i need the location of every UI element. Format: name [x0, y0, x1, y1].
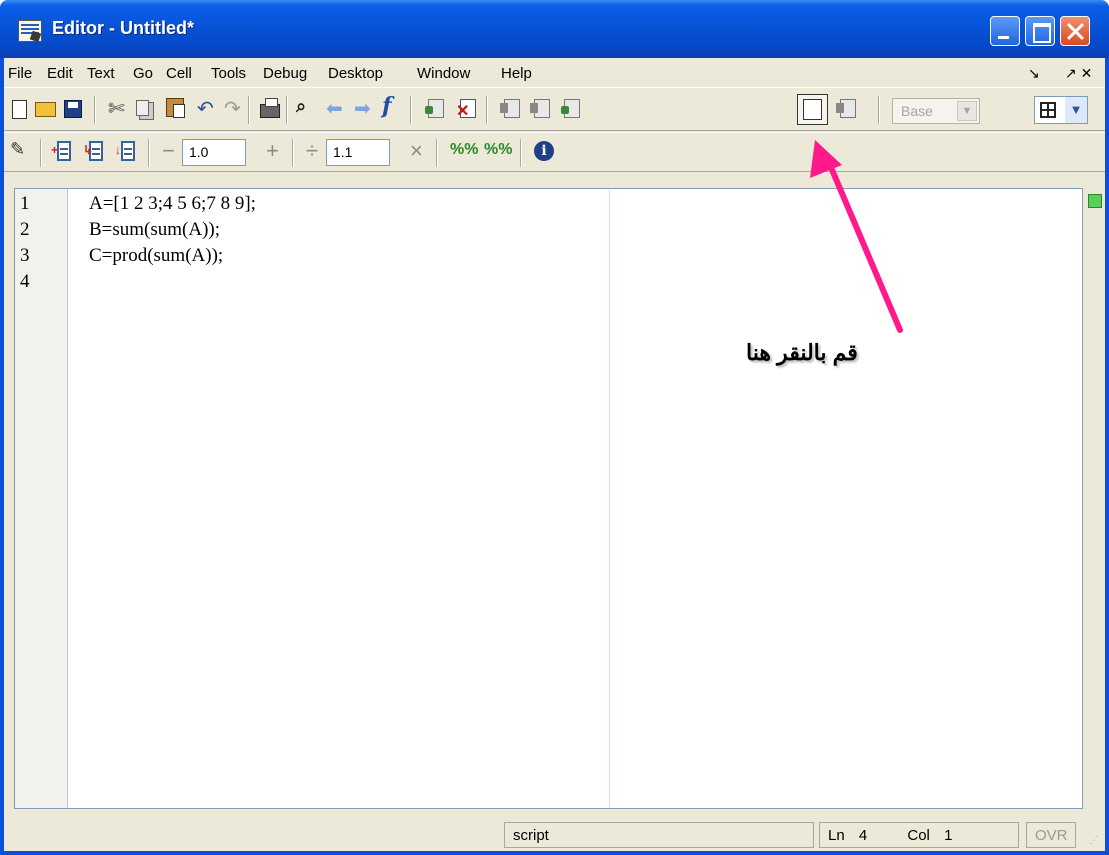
arrow-shaft	[827, 162, 903, 333]
callout-text: قم بالنقر هنا	[746, 340, 858, 365]
arrow-head	[810, 140, 842, 178]
annotation-arrow	[810, 140, 903, 333]
